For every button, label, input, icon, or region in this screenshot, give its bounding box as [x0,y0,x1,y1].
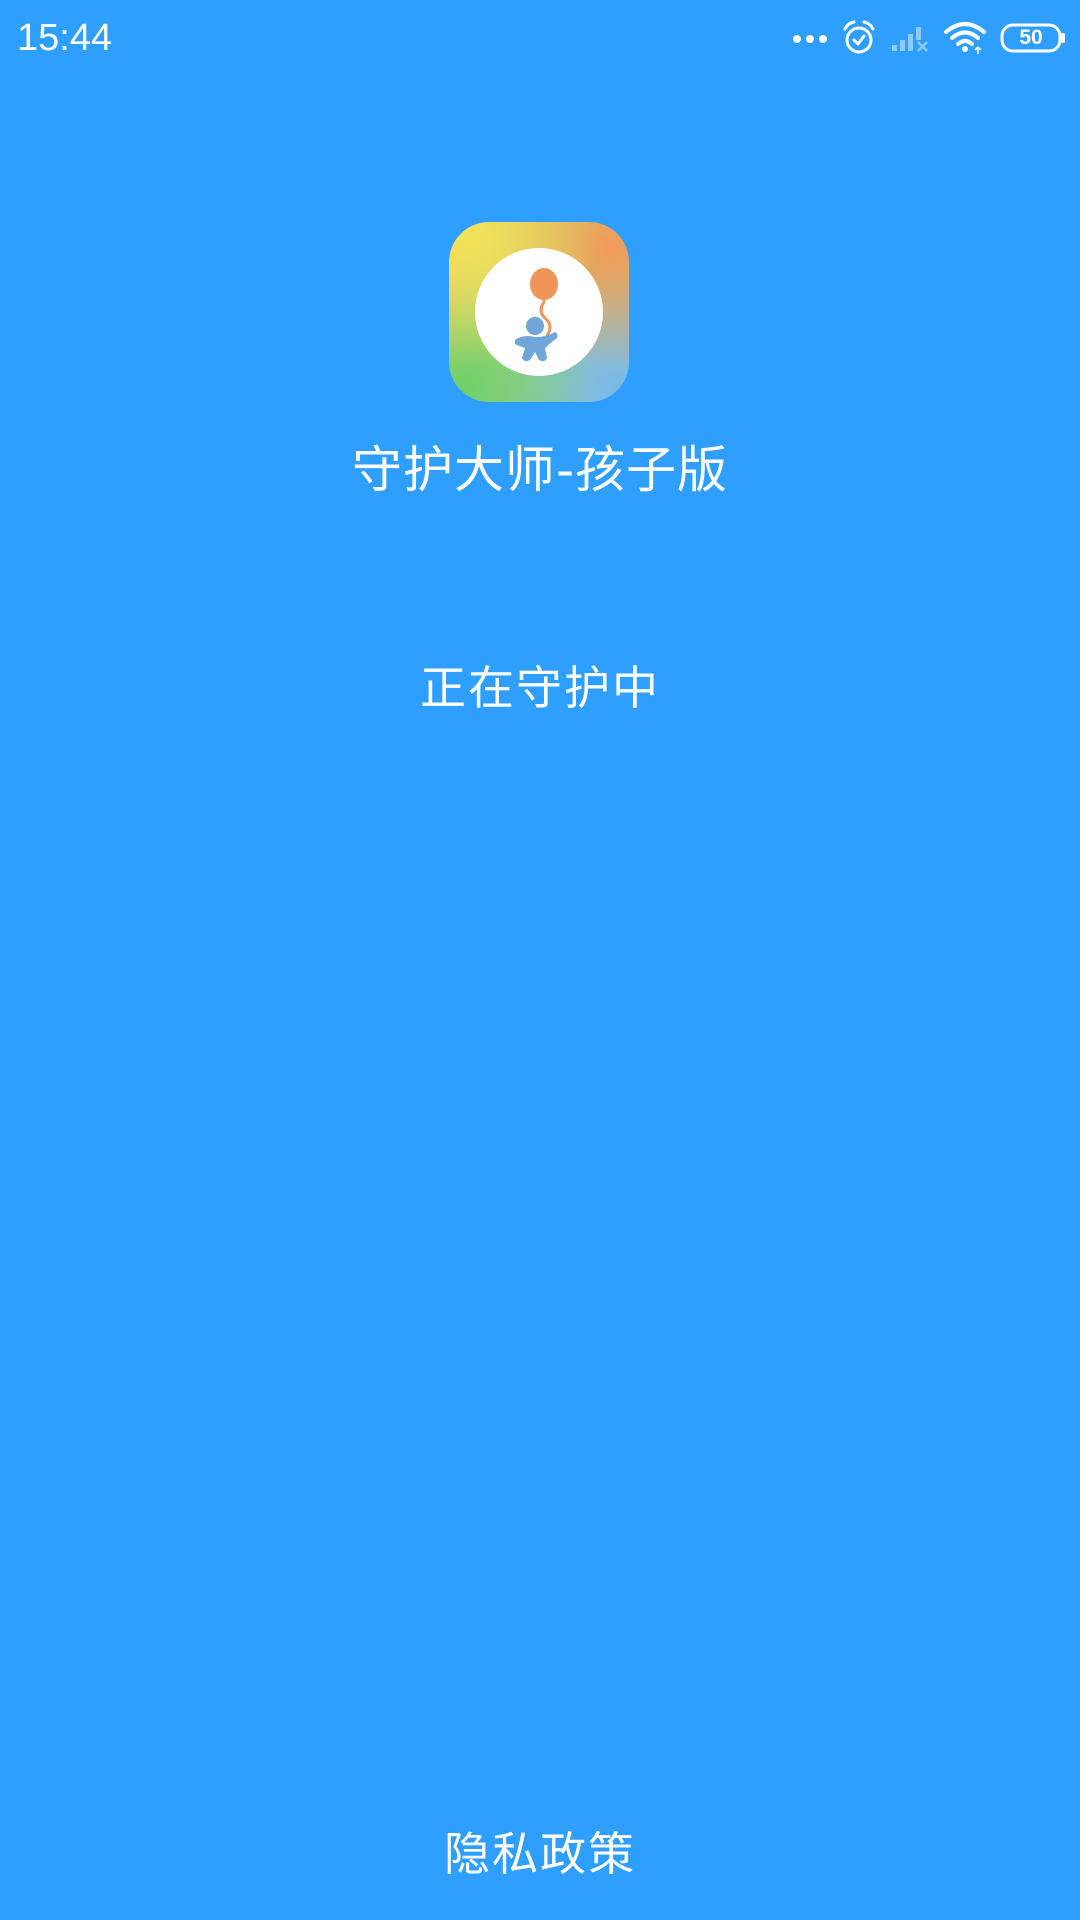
privacy-policy-link[interactable]: 隐私政策 [390,1822,690,1886]
app-logo-icon [449,222,629,402]
protection-status-text: 正在守护中 [420,661,660,715]
battery-icon: 50 [1000,23,1066,53]
splash-screen: 15:44 50 守护大师-孩子版 正在守护中 隐私政策 [0,0,1080,1920]
app-title: 守护大师-孩子版 [351,441,729,499]
app-logo-circle [475,248,603,376]
status-bar: 15:44 50 [0,0,1080,76]
balloon-child-icon [515,268,558,362]
signal-no-service-icon [890,23,930,53]
more-dots-icon [792,32,828,44]
status-time: 15:44 [17,17,113,59]
wifi-icon [944,21,986,55]
alarm-icon [842,20,876,56]
status-icons: 50 [778,18,1066,58]
battery-level: 50 [1019,26,1043,49]
